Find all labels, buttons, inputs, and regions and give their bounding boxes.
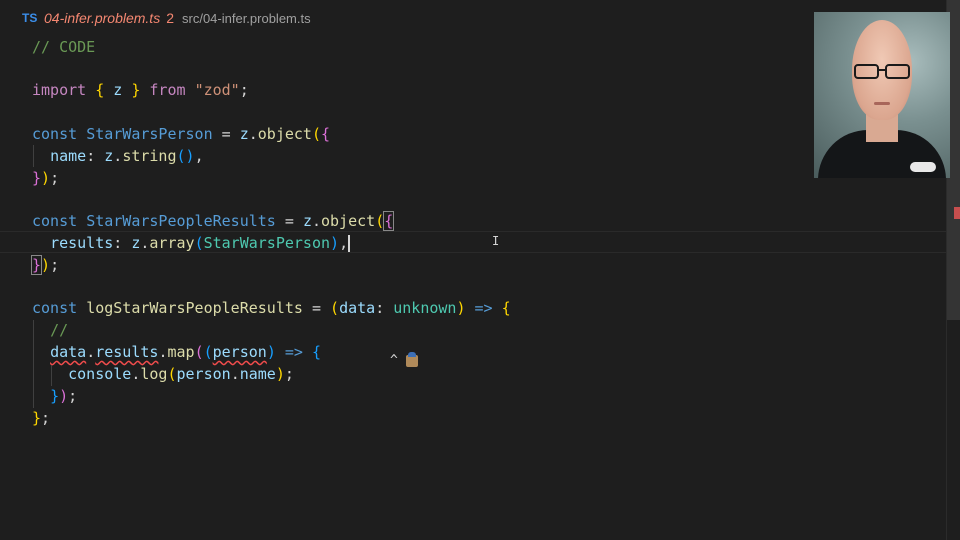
detective-emoji-icon xyxy=(405,351,418,367)
identifier: z xyxy=(113,81,123,99)
code-line-5: const StarWarsPerson = z.object({ xyxy=(32,125,331,143)
keyword: const xyxy=(32,125,78,143)
identifier: name xyxy=(50,147,87,165)
identifier: z xyxy=(302,212,312,230)
operator: => xyxy=(474,299,493,317)
identifier-with-error[interactable]: data xyxy=(50,343,86,361)
identifier: console xyxy=(68,365,132,383)
identifier: results xyxy=(50,234,114,252)
caret-marker: ^ xyxy=(390,353,398,368)
tab-file-path: src/04-infer.problem.ts xyxy=(182,10,311,26)
code-line-18: }; xyxy=(32,409,51,427)
identifier-with-error[interactable]: results xyxy=(95,343,158,361)
keyword: const xyxy=(32,299,78,317)
inline-annotation-hint: ^ xyxy=(390,351,418,368)
code-editor[interactable]: // CODE import { z } from "zod"; const S… xyxy=(0,35,946,540)
typescript-icon: TS xyxy=(22,11,38,25)
comment: // xyxy=(50,321,69,339)
function-name: string xyxy=(122,147,177,165)
identifier: z xyxy=(239,125,249,143)
code-line-6: name: z.string(), xyxy=(50,147,204,165)
code-line-7: }); xyxy=(32,169,60,187)
error-marker xyxy=(954,207,960,219)
code-line-3: import { z } from "zod"; xyxy=(32,81,249,99)
identifier: name xyxy=(239,365,276,383)
identifier: StarWarsPerson xyxy=(86,125,213,143)
code-line-15: data.results.map((person) => { xyxy=(50,343,321,361)
text-cursor xyxy=(348,235,351,252)
identifier: person xyxy=(176,365,231,383)
problem-count-badge: 2 xyxy=(166,10,174,26)
identifier-with-error[interactable]: person xyxy=(213,343,267,361)
code-line-14: // xyxy=(32,319,68,341)
presenter-glasses xyxy=(852,64,912,80)
code-line-16: console.log(person.name); xyxy=(68,365,294,383)
function-name: array xyxy=(149,234,195,252)
code-line-9: const StarWarsPeopleResults = z.object({ xyxy=(32,211,395,231)
type-name: unknown xyxy=(393,299,457,317)
function-name: logStarWarsPeopleResults xyxy=(86,299,303,317)
operator: => xyxy=(284,343,303,361)
code-line-11: }); xyxy=(30,255,60,275)
webcam-overlay xyxy=(814,12,950,178)
mouse-ibeam-icon: I xyxy=(492,234,500,248)
function-name: log xyxy=(140,365,168,383)
tab-filename[interactable]: 04-infer.problem.ts xyxy=(44,10,160,26)
code-line-17: }); xyxy=(50,387,78,405)
code-line-13: const logStarWarsPeopleResults = (data: … xyxy=(32,299,511,317)
presenter-mouth xyxy=(874,102,890,105)
keyword: import xyxy=(32,81,87,99)
keyword: from xyxy=(149,81,186,99)
identifier: StarWarsPerson xyxy=(203,234,331,252)
comment: // CODE xyxy=(32,38,96,56)
identifier: StarWarsPeopleResults xyxy=(86,212,276,230)
function-name: object xyxy=(257,125,312,143)
identifier: data xyxy=(339,299,376,317)
code-line-1: // CODE xyxy=(32,36,95,58)
code-line-10: results: z.array(StarWarsPerson), xyxy=(50,234,351,252)
shirt-logo xyxy=(910,162,936,172)
string-literal: "zod" xyxy=(194,81,240,99)
function-name: map xyxy=(167,343,195,361)
keyword: const xyxy=(32,212,78,230)
identifier: z xyxy=(104,147,114,165)
function-name: object xyxy=(321,212,376,230)
